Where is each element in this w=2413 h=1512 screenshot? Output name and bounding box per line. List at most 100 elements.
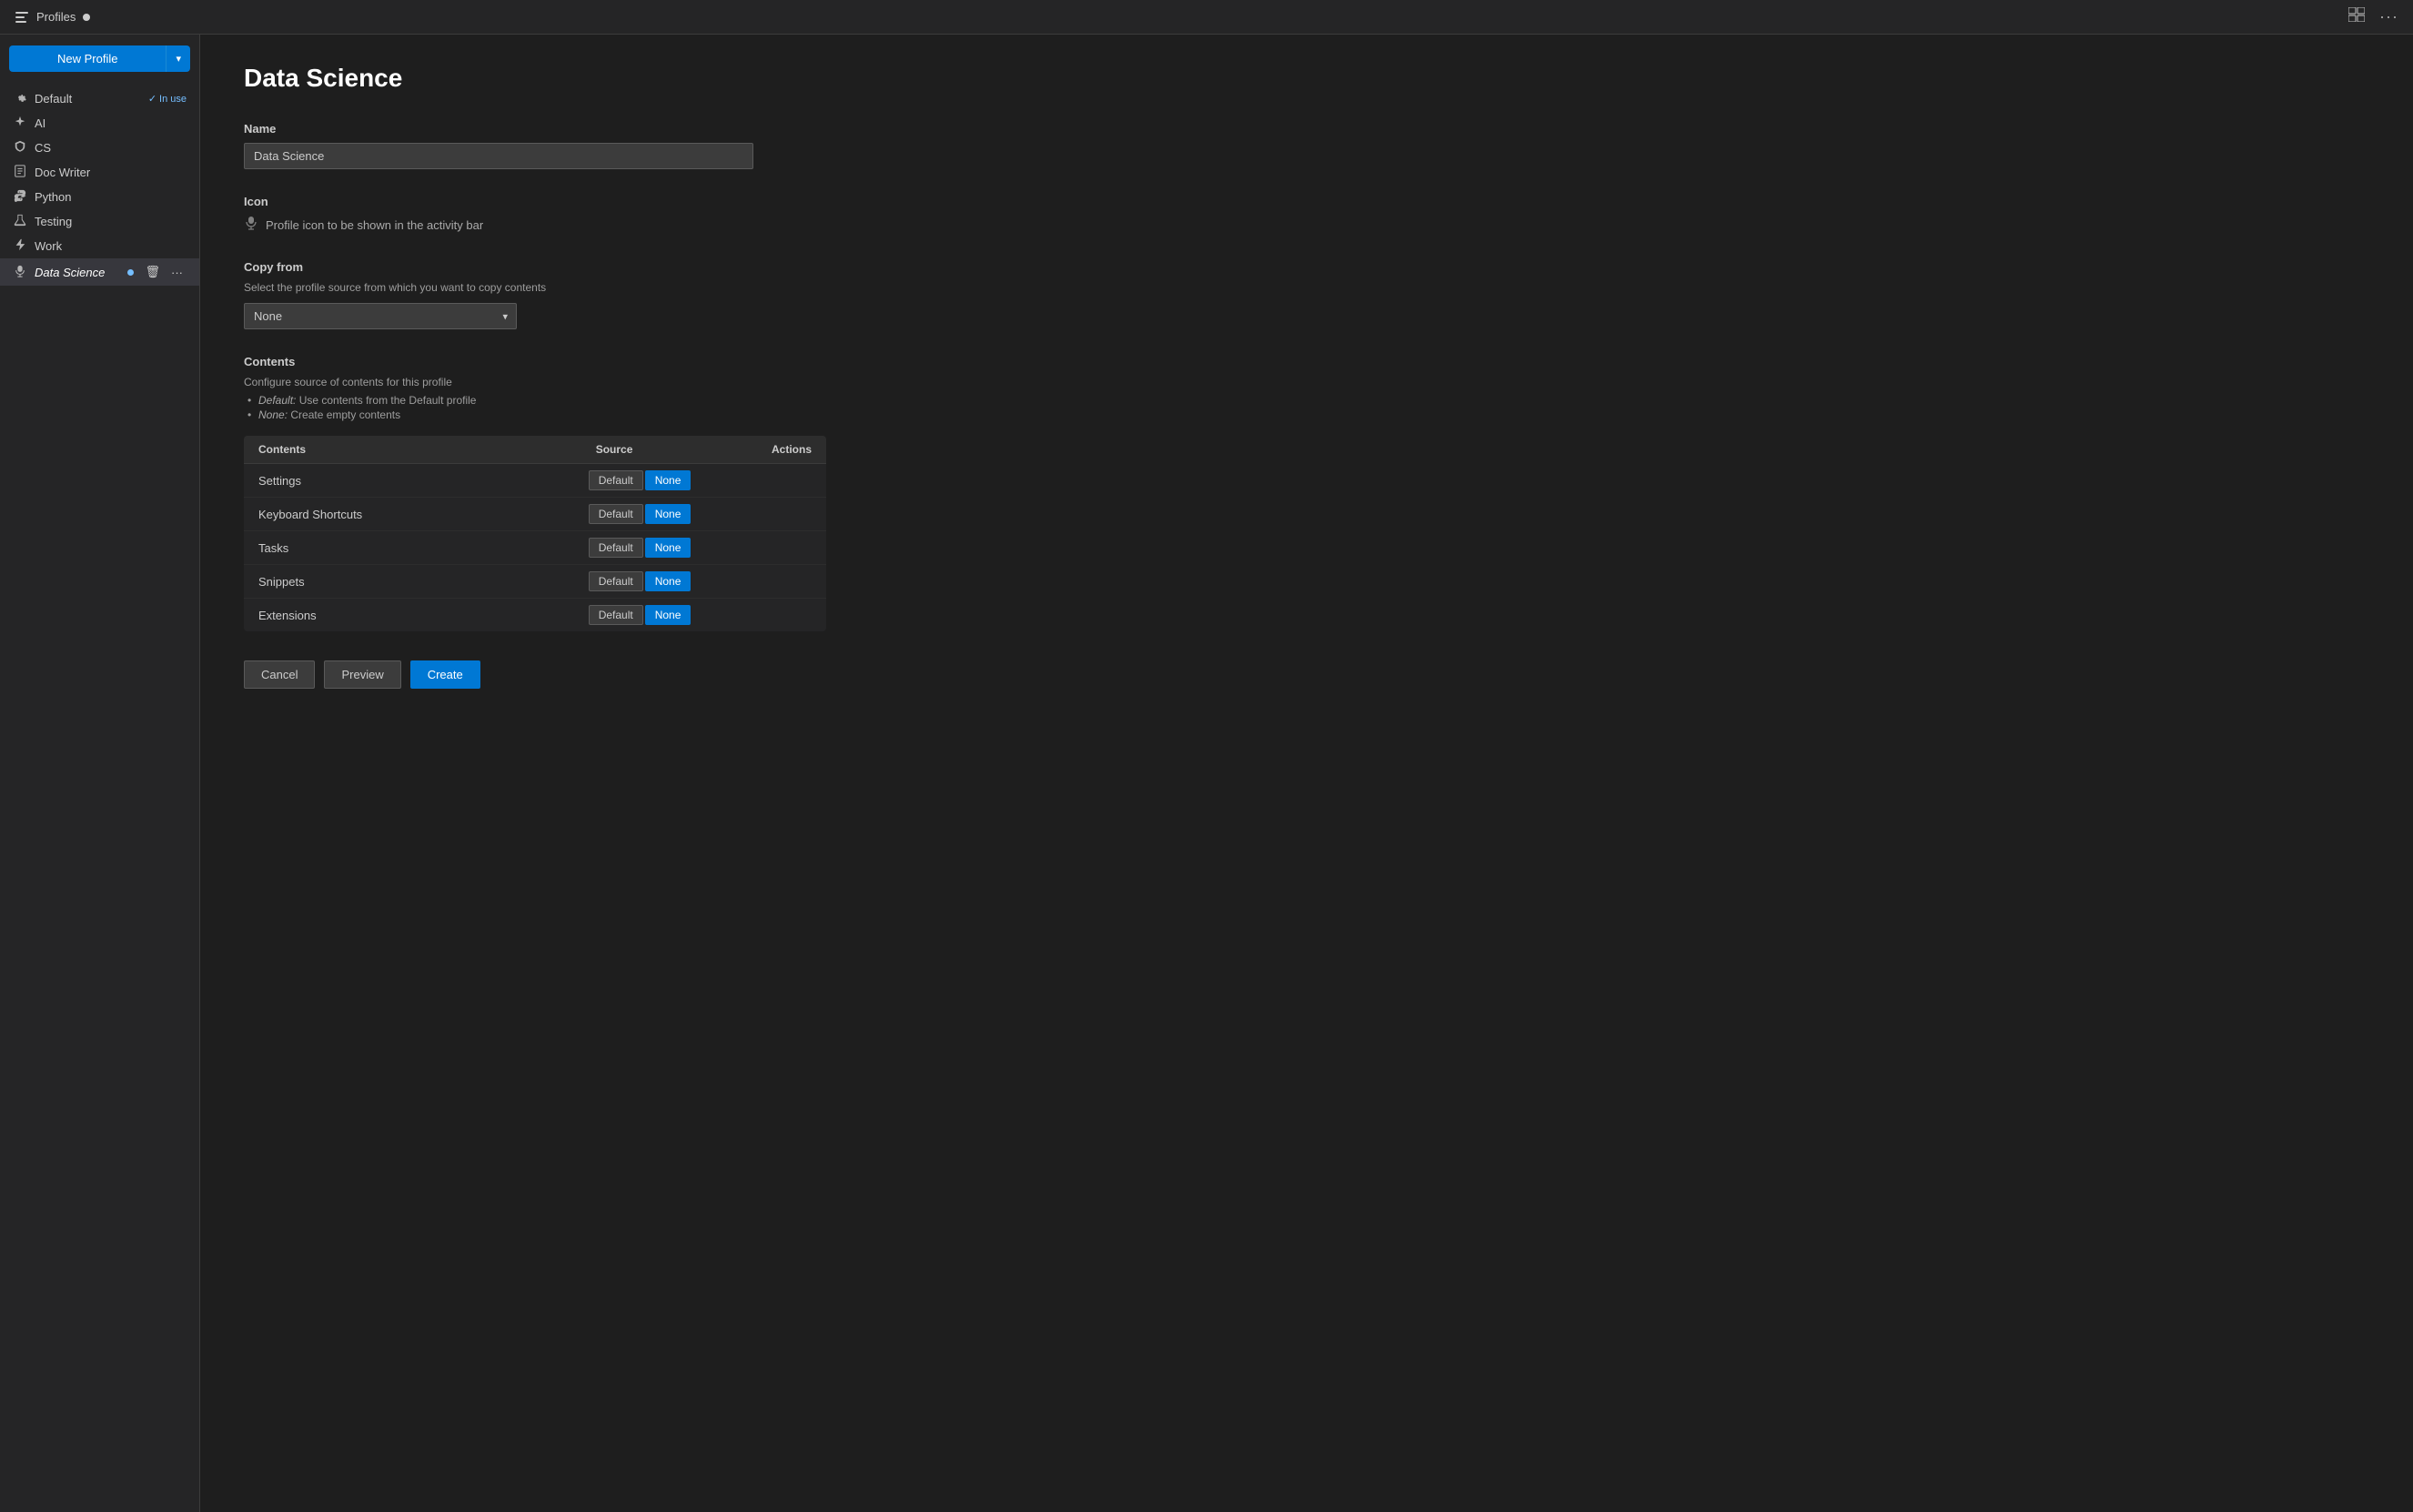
in-use-badge: ✓ In use: [148, 93, 187, 105]
table-header-row: Contents Source Actions: [244, 436, 826, 464]
main-layout: New Profile ▾ Default ✓ In use: [0, 35, 2413, 1512]
sidebar-item-label-doc-writer: Doc Writer: [35, 166, 187, 179]
sidebar-item-label-cs: CS: [35, 141, 187, 155]
page-title: Data Science: [244, 64, 2369, 93]
icon-description: Profile icon to be shown in the activity…: [266, 218, 483, 232]
gear-icon: [13, 91, 27, 106]
cancel-button[interactable]: Cancel: [244, 660, 315, 689]
sidebar-item-work[interactable]: Work: [0, 234, 199, 258]
row-tasks-name: Tasks: [244, 531, 476, 565]
bullet-default-text: Use contents from the Default profile: [296, 394, 476, 407]
lightning-icon: [13, 238, 27, 254]
sidebar-item-label-python: Python: [35, 190, 187, 204]
titlebar: Profiles ···: [0, 0, 2413, 35]
source-btn-none-tasks[interactable]: None: [645, 538, 692, 558]
sidebar-item-default[interactable]: Default ✓ In use: [0, 86, 199, 111]
row-snippets-source: Default None: [476, 565, 705, 599]
source-btn-none-settings[interactable]: None: [645, 470, 692, 490]
sidebar-item-actions: 🗑 ···: [141, 263, 187, 281]
contents-bullets: Default: Use contents from the Default p…: [244, 394, 2369, 421]
source-btn-none-extensions[interactable]: None: [645, 605, 692, 625]
source-buttons-settings: Default None: [490, 470, 691, 490]
sidebar-item-testing[interactable]: Testing: [0, 209, 199, 234]
contents-table: Contents Source Actions Settings Default…: [244, 436, 826, 631]
copy-from-label: Copy from: [244, 260, 2369, 274]
layout-icon[interactable]: [2348, 7, 2365, 26]
table-row: Tasks Default None: [244, 531, 826, 565]
sidebar: New Profile ▾ Default ✓ In use: [0, 35, 200, 1512]
row-tasks-actions: [705, 531, 826, 565]
copy-from-select-wrapper: None Default AI CS Doc Writer Python Tes…: [244, 303, 517, 329]
name-input[interactable]: [244, 143, 753, 169]
source-buttons-tasks: Default None: [490, 538, 691, 558]
table-row: Settings Default None: [244, 464, 826, 498]
sidebar-profiles-list: Default ✓ In use AI: [0, 86, 199, 1501]
sparkle-icon: [13, 116, 27, 131]
footer-actions: Cancel Preview Create: [244, 660, 2369, 689]
copy-from-description: Select the profile source from which you…: [244, 281, 2369, 294]
row-settings-source: Default None: [476, 464, 705, 498]
bullet-none-italic: None:: [258, 408, 288, 421]
copy-from-section: Copy from Select the profile source from…: [244, 260, 2369, 329]
source-btn-default-snippets[interactable]: Default: [589, 571, 643, 591]
icon-preview: Profile icon to be shown in the activity…: [244, 216, 2369, 235]
shield-icon: [13, 140, 27, 156]
sidebar-item-doc-writer[interactable]: Doc Writer: [0, 160, 199, 185]
sidebar-item-ai[interactable]: AI: [0, 111, 199, 136]
python-icon: [13, 189, 27, 205]
table-row: Extensions Default None: [244, 599, 826, 632]
row-settings-actions: [705, 464, 826, 498]
profiles-icon: [15, 10, 29, 25]
row-extensions-source: Default None: [476, 599, 705, 632]
source-buttons-extensions: Default None: [490, 605, 691, 625]
preview-button[interactable]: Preview: [324, 660, 400, 689]
sidebar-item-data-science[interactable]: Data Science 🗑 ···: [0, 258, 199, 286]
new-profile-dropdown-button[interactable]: ▾: [166, 45, 190, 72]
icon-section: Icon Profile icon to be shown in the act…: [244, 195, 2369, 235]
sidebar-item-python[interactable]: Python: [0, 185, 199, 209]
row-extensions-actions: [705, 599, 826, 632]
table-row: Snippets Default None: [244, 565, 826, 599]
bullet-default-italic: Default:: [258, 394, 296, 407]
contents-section: Contents Configure source of contents fo…: [244, 355, 2369, 631]
sidebar-item-cs[interactable]: CS: [0, 136, 199, 160]
sidebar-item-label-ai: AI: [35, 116, 187, 130]
new-profile-button[interactable]: New Profile: [9, 45, 166, 72]
col-contents: Contents: [244, 436, 476, 464]
copy-from-select[interactable]: None Default AI CS Doc Writer Python Tes…: [244, 303, 517, 329]
source-btn-default-settings[interactable]: Default: [589, 470, 643, 490]
name-label: Name: [244, 122, 2369, 136]
beaker-icon: [13, 214, 27, 229]
sidebar-item-label-default: Default: [35, 92, 141, 106]
sidebar-item-label-data-science: Data Science: [35, 266, 120, 279]
table-row: Keyboard Shortcuts Default None: [244, 498, 826, 531]
sidebar-item-label-work: Work: [35, 239, 187, 253]
source-btn-none-snippets[interactable]: None: [645, 571, 692, 591]
sidebar-item-label-testing: Testing: [35, 215, 187, 228]
bullet-none-text: Create empty contents: [288, 408, 400, 421]
col-actions: Actions: [705, 436, 826, 464]
row-extensions-name: Extensions: [244, 599, 476, 632]
active-dot: [127, 269, 134, 276]
delete-profile-button[interactable]: 🗑: [141, 263, 164, 281]
create-button[interactable]: Create: [410, 660, 480, 689]
row-keyboard-source: Default None: [476, 498, 705, 531]
source-btn-none-keyboard[interactable]: None: [645, 504, 692, 524]
icon-preview-symbol: [244, 216, 258, 235]
row-snippets-name: Snippets: [244, 565, 476, 599]
name-section: Name: [244, 122, 2369, 169]
row-settings-name: Settings: [244, 464, 476, 498]
row-keyboard-actions: [705, 498, 826, 531]
icon-label: Icon: [244, 195, 2369, 208]
new-profile-btn-wrapper: New Profile ▾: [9, 45, 190, 72]
content-area: Data Science Name Icon Profile icon to b…: [200, 35, 2413, 1512]
titlebar-title: Profiles: [36, 10, 76, 24]
more-profile-button[interactable]: ···: [167, 263, 187, 281]
source-buttons-keyboard: Default None: [490, 504, 691, 524]
more-icon[interactable]: ···: [2379, 7, 2398, 26]
source-btn-default-extensions[interactable]: Default: [589, 605, 643, 625]
source-buttons-snippets: Default None: [490, 571, 691, 591]
source-btn-default-tasks[interactable]: Default: [589, 538, 643, 558]
titlebar-left: Profiles: [15, 10, 90, 25]
source-btn-default-keyboard[interactable]: Default: [589, 504, 643, 524]
